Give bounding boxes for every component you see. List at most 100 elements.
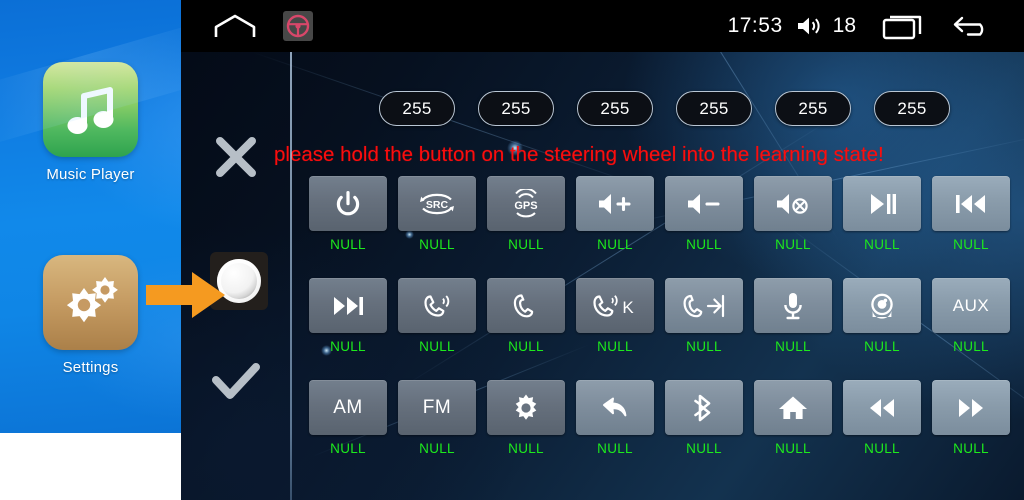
source-button[interactable]: SRC: [398, 176, 476, 231]
function-status: NULL: [597, 441, 633, 456]
am-radio-button[interactable]: AM: [309, 380, 387, 435]
brightness-button[interactable]: [487, 380, 565, 435]
gps-icon: GPS: [514, 188, 538, 217]
fast-forward-icon: [959, 398, 983, 417]
adc-value-pill[interactable]: 255: [577, 91, 653, 126]
speaker-volume-icon[interactable]: [795, 14, 823, 38]
phone-hangup-button[interactable]: [487, 278, 565, 333]
orange-arrow-icon: [146, 272, 225, 318]
music-note-icon[interactable]: [43, 62, 138, 157]
adc-value-pill[interactable]: 255: [478, 91, 554, 126]
function-cell: NULL: [665, 176, 743, 252]
function-status: NULL: [686, 441, 722, 456]
function-status: NULL: [775, 339, 811, 354]
function-cell: NULL: [665, 278, 743, 354]
function-status: NULL: [775, 441, 811, 456]
function-button-grid: NULL SRC NULL GPS NULL NULL NULL NULL NU…: [309, 176, 1024, 482]
back-return-icon: [603, 397, 627, 416]
source-src-icon: SRC: [420, 193, 454, 214]
fm-radio-button[interactable]: FM: [398, 380, 476, 435]
function-cell: NULL: [843, 278, 921, 354]
function-cell: NULL: [398, 278, 476, 354]
launcher-sidebar: Music Player Settings: [0, 0, 181, 433]
close-x-icon: [216, 137, 256, 177]
play-pause-icon: [871, 193, 896, 214]
fm-label: FM: [422, 396, 452, 418]
adc-value-pill[interactable]: 255: [379, 91, 455, 126]
volume-up-button[interactable]: [576, 176, 654, 231]
function-status: NULL: [864, 441, 900, 456]
home-icon: [779, 396, 807, 419]
microphone-icon: [784, 292, 802, 319]
function-cell: NULL: [754, 278, 832, 354]
function-cell: AUX NULL: [932, 278, 1010, 354]
power-icon: [336, 190, 360, 215]
phone-answer-key-button[interactable]: K: [576, 278, 654, 333]
phone-hangup-key-button[interactable]: [665, 278, 743, 333]
camera-button[interactable]: [843, 278, 921, 333]
function-status: NULL: [775, 237, 811, 252]
fast-forward-button[interactable]: [932, 380, 1010, 435]
function-cell: NULL: [309, 176, 387, 252]
svg-text:GPS: GPS: [514, 200, 537, 212]
phone-answer-button[interactable]: [398, 278, 476, 333]
next-track-icon: [334, 296, 363, 315]
camera-icon: [871, 293, 893, 319]
next-track-button[interactable]: [309, 278, 387, 333]
sidebar-app-label: Settings: [62, 359, 119, 376]
brightness-icon: [515, 394, 537, 420]
function-status: NULL: [419, 441, 455, 456]
sidebar-app-label: Music Player: [46, 166, 135, 183]
function-status: NULL: [419, 237, 455, 252]
function-status: NULL: [508, 237, 544, 252]
rewind-button[interactable]: [843, 380, 921, 435]
back-return-button[interactable]: [576, 380, 654, 435]
sidebar-app-music-player[interactable]: Music Player: [0, 62, 181, 183]
checkmark-icon: [212, 363, 260, 399]
screen-root: Music Player Settings 17:53 18 255 255 2…: [0, 0, 1024, 500]
previous-track-icon: [956, 194, 985, 213]
volume-mute-button[interactable]: [754, 176, 832, 231]
function-cell: NULL: [576, 176, 654, 252]
function-cell: NULL: [932, 176, 1010, 252]
back-arrow-icon[interactable]: [952, 12, 996, 40]
function-cell: NULL: [487, 380, 565, 456]
play-pause-button[interactable]: [843, 176, 921, 231]
function-row: AM NULL FM NULL NULL NULL NULL NULL NULL…: [309, 380, 1024, 456]
phone-hangup-key-icon: [683, 294, 725, 317]
adc-value-pill[interactable]: 255: [775, 91, 851, 126]
function-cell: NULL: [576, 380, 654, 456]
function-status: NULL: [330, 339, 366, 354]
function-status: NULL: [330, 441, 366, 456]
function-status: NULL: [686, 339, 722, 354]
home-outline-icon[interactable]: [213, 13, 257, 39]
aux-button[interactable]: AUX: [932, 278, 1010, 333]
gears-icon[interactable]: [43, 255, 138, 350]
status-bar-left-group: [181, 11, 313, 41]
aux-label: AUX: [952, 295, 990, 315]
recent-apps-icon[interactable]: [882, 12, 926, 40]
volume-mute-icon: [777, 193, 808, 214]
home-button[interactable]: [754, 380, 832, 435]
cancel-button[interactable]: [181, 127, 291, 187]
gps-button[interactable]: GPS: [487, 176, 565, 231]
bluetooth-button[interactable]: [665, 380, 743, 435]
confirm-button[interactable]: [181, 352, 291, 412]
volume-down-icon: [688, 193, 720, 214]
adc-value-pill[interactable]: 255: [676, 91, 752, 126]
microphone-button[interactable]: [754, 278, 832, 333]
svg-text:SRC: SRC: [426, 199, 449, 211]
previous-track-button[interactable]: [932, 176, 1010, 231]
rewind-icon: [870, 398, 894, 417]
function-cell: NULL: [309, 278, 387, 354]
function-cell: NULL: [754, 380, 832, 456]
function-cell: K NULL: [576, 278, 654, 354]
power-button[interactable]: [309, 176, 387, 231]
steering-wheel-icon[interactable]: [283, 11, 313, 41]
function-cell: NULL: [843, 380, 921, 456]
adc-value-pill[interactable]: 255: [874, 91, 950, 126]
pointer-arrow: [146, 272, 226, 318]
function-status: NULL: [597, 339, 633, 354]
volume-down-button[interactable]: [665, 176, 743, 231]
volume-level-value: 18: [832, 14, 856, 37]
